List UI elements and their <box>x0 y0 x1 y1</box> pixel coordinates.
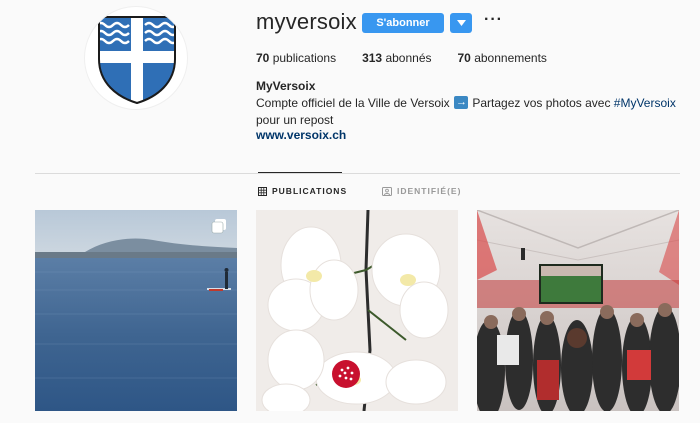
stat-following[interactable]: 70 abonnements <box>458 51 547 65</box>
profile-website-link[interactable]: www.versoix.ch <box>256 128 346 142</box>
profile-bio: Compte officiel de la Ville de Versoix P… <box>256 95 688 129</box>
tent-screening-photo <box>477 210 679 411</box>
profile-username: myversoix <box>256 9 357 34</box>
tab-tagged-label: IDENTIFIÉ(E) <box>397 186 462 196</box>
stat-posts: 70 publications <box>256 51 337 65</box>
tab-publications-label: PUBLICATIONS <box>272 186 348 196</box>
follow-button[interactable]: S'abonner <box>362 13 444 33</box>
bio-hashtag-link[interactable]: #MyVersoix <box>614 96 676 110</box>
profile-avatar[interactable] <box>84 6 188 110</box>
active-tab-indicator <box>258 172 342 173</box>
post-thumbnail-tent-screening[interactable] <box>477 210 679 411</box>
versoix-shield-icon <box>98 16 176 105</box>
suggestions-dropdown-button[interactable] <box>450 13 472 33</box>
more-options-button[interactable]: ··· <box>484 11 503 29</box>
tab-tagged[interactable]: IDENTIFIÉ(E) <box>382 186 461 196</box>
tab-publications[interactable]: PUBLICATIONS <box>258 186 347 196</box>
stat-followers[interactable]: 313 abonnés <box>362 51 431 65</box>
tagged-user-icon <box>382 186 392 196</box>
grid-icon <box>258 186 267 196</box>
carousel-multiple-icon <box>211 219 226 234</box>
lake-photo <box>35 210 237 411</box>
post-thumbnail-orchids[interactable] <box>256 210 458 411</box>
tabs-divider <box>35 173 680 174</box>
caret-down-icon <box>456 20 466 26</box>
profile-stats: 70 publications 313 abonnés 70 abonnemen… <box>256 51 547 65</box>
orchids-photo <box>256 210 458 411</box>
post-thumbnail-lake[interactable] <box>35 210 237 411</box>
profile-full-name: MyVersoix <box>256 79 316 93</box>
right-arrow-emoji-icon <box>454 95 469 109</box>
